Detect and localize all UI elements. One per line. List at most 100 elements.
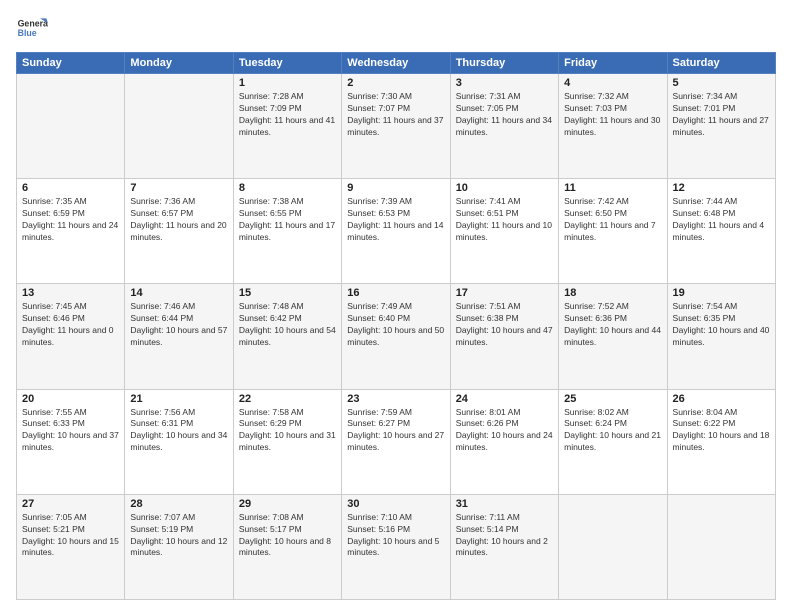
day-number: 19	[673, 287, 770, 299]
day-info: Sunrise: 8:01 AMSunset: 6:26 PMDaylight:…	[456, 407, 553, 455]
day-number: 1	[239, 77, 336, 89]
day-number: 20	[22, 393, 119, 405]
day-cell	[667, 494, 775, 599]
day-info: Sunrise: 7:38 AMSunset: 6:55 PMDaylight:…	[239, 196, 336, 244]
day-cell: 27 Sunrise: 7:05 AMSunset: 5:21 PMDayligh…	[17, 494, 125, 599]
day-number: 26	[673, 393, 770, 405]
calendar: SundayMondayTuesdayWednesdayThursdayFrid…	[16, 52, 776, 600]
day-cell	[125, 74, 233, 179]
weekday-header-wednesday: Wednesday	[342, 53, 450, 74]
day-cell: 29 Sunrise: 7:08 AMSunset: 5:17 PMDayligh…	[233, 494, 341, 599]
day-info: Sunrise: 7:10 AMSunset: 5:16 PMDaylight:…	[347, 512, 444, 560]
day-cell: 9 Sunrise: 7:39 AMSunset: 6:53 PMDaylight…	[342, 179, 450, 284]
day-cell: 31 Sunrise: 7:11 AMSunset: 5:14 PMDayligh…	[450, 494, 558, 599]
day-info: Sunrise: 7:49 AMSunset: 6:40 PMDaylight:…	[347, 301, 444, 349]
day-info: Sunrise: 7:48 AMSunset: 6:42 PMDaylight:…	[239, 301, 336, 349]
day-cell: 25 Sunrise: 8:02 AMSunset: 6:24 PMDayligh…	[559, 389, 667, 494]
day-cell: 3 Sunrise: 7:31 AMSunset: 7:05 PMDaylight…	[450, 74, 558, 179]
weekday-header-saturday: Saturday	[667, 53, 775, 74]
svg-text:Blue: Blue	[18, 28, 37, 38]
day-cell: 6Sunrise: 7:35 AMSunset: 6:59 PMDaylight…	[17, 179, 125, 284]
day-info: Sunrise: 7:07 AMSunset: 5:19 PMDaylight:…	[130, 512, 227, 560]
day-cell	[559, 494, 667, 599]
day-info: Sunrise: 7:54 AMSunset: 6:35 PMDaylight:…	[673, 301, 770, 349]
day-info: Sunrise: 7:58 AMSunset: 6:29 PMDaylight:…	[239, 407, 336, 455]
day-info: Sunrise: 7:51 AMSunset: 6:38 PMDaylight:…	[456, 301, 553, 349]
day-number: 4	[564, 77, 661, 89]
day-cell: 5 Sunrise: 7:34 AMSunset: 7:01 PMDaylight…	[667, 74, 775, 179]
day-info: Sunrise: 7:39 AMSunset: 6:53 PMDaylight:…	[347, 196, 444, 244]
day-info: Sunrise: 7:32 AMSunset: 7:03 PMDaylight:…	[564, 91, 661, 139]
day-cell: 21Sunrise: 7:56 AMSunset: 6:31 PMDayligh…	[125, 389, 233, 494]
day-number: 9	[347, 182, 444, 194]
day-info: Sunrise: 7:52 AMSunset: 6:36 PMDaylight:…	[564, 301, 661, 349]
weekday-header-row: SundayMondayTuesdayWednesdayThursdayFrid…	[17, 53, 776, 74]
day-info: Sunrise: 7:36 AMSunset: 6:57 PMDaylight:…	[130, 196, 227, 244]
day-cell: 22Sunrise: 7:58 AMSunset: 6:29 PMDayligh…	[233, 389, 341, 494]
day-number: 14	[130, 287, 227, 299]
day-info: Sunrise: 7:45 AMSunset: 6:46 PMDaylight:…	[22, 301, 119, 349]
day-cell: 2 Sunrise: 7:30 AMSunset: 7:07 PMDaylight…	[342, 74, 450, 179]
day-cell: 14Sunrise: 7:46 AMSunset: 6:44 PMDayligh…	[125, 284, 233, 389]
day-cell: 15Sunrise: 7:48 AMSunset: 6:42 PMDayligh…	[233, 284, 341, 389]
day-number: 11	[564, 182, 661, 194]
day-number: 17	[456, 287, 553, 299]
day-info: Sunrise: 8:02 AMSunset: 6:24 PMDaylight:…	[564, 407, 661, 455]
logo-icon: General Blue	[16, 12, 48, 44]
day-number: 2	[347, 77, 444, 89]
day-number: 21	[130, 393, 227, 405]
day-info: Sunrise: 7:28 AMSunset: 7:09 PMDaylight:…	[239, 91, 336, 139]
week-row-2: 6Sunrise: 7:35 AMSunset: 6:59 PMDaylight…	[17, 179, 776, 284]
weekday-header-monday: Monday	[125, 53, 233, 74]
day-cell: 19 Sunrise: 7:54 AMSunset: 6:35 PMDayligh…	[667, 284, 775, 389]
weekday-header-friday: Friday	[559, 53, 667, 74]
day-info: Sunrise: 7:42 AMSunset: 6:50 PMDaylight:…	[564, 196, 661, 244]
day-number: 12	[673, 182, 770, 194]
day-cell: 28 Sunrise: 7:07 AMSunset: 5:19 PMDayligh…	[125, 494, 233, 599]
day-info: Sunrise: 7:34 AMSunset: 7:01 PMDaylight:…	[673, 91, 770, 139]
day-cell: 7 Sunrise: 7:36 AMSunset: 6:57 PMDaylight…	[125, 179, 233, 284]
day-cell: 16 Sunrise: 7:49 AMSunset: 6:40 PMDayligh…	[342, 284, 450, 389]
weekday-header-sunday: Sunday	[17, 53, 125, 74]
day-info: Sunrise: 7:35 AMSunset: 6:59 PMDaylight:…	[22, 196, 119, 244]
day-cell: 8Sunrise: 7:38 AMSunset: 6:55 PMDaylight…	[233, 179, 341, 284]
day-number: 18	[564, 287, 661, 299]
day-number: 31	[456, 498, 553, 510]
day-number: 13	[22, 287, 119, 299]
day-number: 28	[130, 498, 227, 510]
day-info: Sunrise: 7:05 AMSunset: 5:21 PMDaylight:…	[22, 512, 119, 560]
page: General Blue SundayMondayTuesdayWednesda…	[0, 0, 792, 612]
day-number: 27	[22, 498, 119, 510]
day-number: 23	[347, 393, 444, 405]
day-cell	[17, 74, 125, 179]
weekday-header-thursday: Thursday	[450, 53, 558, 74]
week-row-3: 13 Sunrise: 7:45 AMSunset: 6:46 PMDayligh…	[17, 284, 776, 389]
day-info: Sunrise: 8:04 AMSunset: 6:22 PMDaylight:…	[673, 407, 770, 455]
day-info: Sunrise: 7:11 AMSunset: 5:14 PMDaylight:…	[456, 512, 553, 560]
day-cell: 11 Sunrise: 7:42 AMSunset: 6:50 PMDayligh…	[559, 179, 667, 284]
day-cell: 20 Sunrise: 7:55 AMSunset: 6:33 PMDayligh…	[17, 389, 125, 494]
day-info: Sunrise: 7:44 AMSunset: 6:48 PMDaylight:…	[673, 196, 770, 244]
day-number: 5	[673, 77, 770, 89]
day-number: 29	[239, 498, 336, 510]
day-info: Sunrise: 7:08 AMSunset: 5:17 PMDaylight:…	[239, 512, 336, 560]
day-info: Sunrise: 7:31 AMSunset: 7:05 PMDaylight:…	[456, 91, 553, 139]
day-cell: 23Sunrise: 7:59 AMSunset: 6:27 PMDayligh…	[342, 389, 450, 494]
day-number: 7	[130, 182, 227, 194]
day-number: 3	[456, 77, 553, 89]
day-number: 16	[347, 287, 444, 299]
day-cell: 12 Sunrise: 7:44 AMSunset: 6:48 PMDayligh…	[667, 179, 775, 284]
day-cell: 4 Sunrise: 7:32 AMSunset: 7:03 PMDaylight…	[559, 74, 667, 179]
week-row-1: 1 Sunrise: 7:28 AMSunset: 7:09 PMDaylight…	[17, 74, 776, 179]
day-cell: 13 Sunrise: 7:45 AMSunset: 6:46 PMDayligh…	[17, 284, 125, 389]
day-info: Sunrise: 7:41 AMSunset: 6:51 PMDaylight:…	[456, 196, 553, 244]
day-info: Sunrise: 7:55 AMSunset: 6:33 PMDaylight:…	[22, 407, 119, 455]
weekday-header-tuesday: Tuesday	[233, 53, 341, 74]
day-info: Sunrise: 7:30 AMSunset: 7:07 PMDaylight:…	[347, 91, 444, 139]
day-number: 30	[347, 498, 444, 510]
day-cell: 26 Sunrise: 8:04 AMSunset: 6:22 PMDayligh…	[667, 389, 775, 494]
day-cell: 17 Sunrise: 7:51 AMSunset: 6:38 PMDayligh…	[450, 284, 558, 389]
day-cell: 30 Sunrise: 7:10 AMSunset: 5:16 PMDayligh…	[342, 494, 450, 599]
day-number: 25	[564, 393, 661, 405]
day-number: 24	[456, 393, 553, 405]
